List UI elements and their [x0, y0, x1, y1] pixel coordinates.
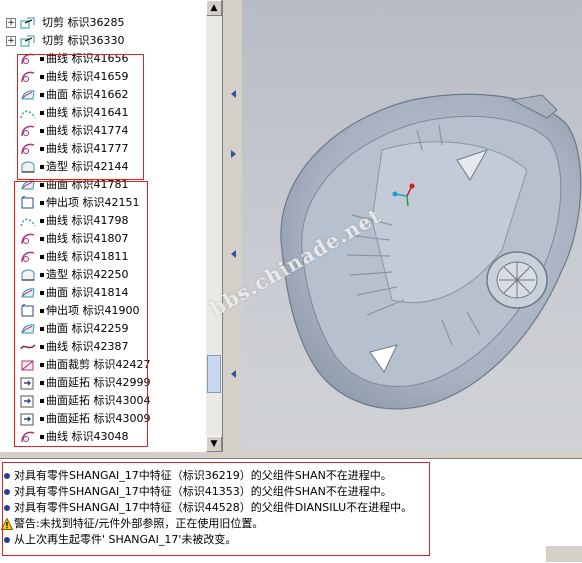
expand-toggle-icon[interactable]: + — [6, 36, 16, 46]
feature-bullet-icon — [40, 183, 44, 187]
dashed-curve-icon — [20, 106, 36, 120]
tree-item-label: 曲线 标识43048 — [46, 430, 129, 443]
curve-icon — [20, 232, 36, 246]
status-corner — [546, 546, 582, 562]
feature-bullet-icon — [40, 147, 44, 151]
feature-bullet-icon — [40, 57, 44, 61]
message-text: 对具有零件SHANGAI_17中特征（标识44528）的父组件DIANSILU不… — [14, 501, 413, 514]
wave-curve-icon — [20, 340, 36, 354]
info-bullet-icon — [4, 537, 10, 543]
tree-item-label: 造型 标识42144 — [46, 160, 129, 173]
scroll-up-button[interactable]: ▲ — [206, 0, 222, 16]
curve-icon — [20, 124, 36, 138]
model-tree[interactable]: + 切剪 标识36285 + 切剪 标识36330 曲线 标识41656 曲线 标识416… — [0, 0, 206, 452]
tree-item-label: 曲线 标识41656 — [46, 52, 129, 65]
trim-icon — [20, 358, 36, 372]
style-icon — [20, 160, 36, 174]
tree-item-label: 切剪 标识36285 — [42, 16, 125, 29]
tree-item-label: 曲面 标识41662 — [46, 88, 129, 101]
feature-bullet-icon — [40, 345, 44, 349]
feature-bullet-icon — [40, 291, 44, 295]
feature-bullet-icon — [40, 273, 44, 277]
tree-item-label: 曲面裁剪 标识42427 — [46, 358, 151, 371]
fan-ring — [486, 251, 548, 309]
surface-icon — [20, 88, 36, 102]
expand-right-arrow-icon[interactable] — [231, 150, 236, 158]
tree-item-label: 伸出项 标识42151 — [46, 196, 140, 209]
feature-bullet-icon — [40, 111, 44, 115]
scroll-thumb[interactable] — [207, 355, 221, 393]
protrusion-icon — [20, 196, 36, 210]
feature-bullet-icon — [40, 399, 44, 403]
extend-icon — [20, 394, 36, 408]
tree-item-label: 造型 标识42250 — [46, 268, 129, 281]
tree-item-label: 伸出项 标识41900 — [46, 304, 140, 317]
tree-item-label: 曲面延拓 标识42999 — [46, 376, 151, 389]
extend-icon — [20, 376, 36, 390]
tree-item-label: 曲线 标识41641 — [46, 106, 129, 119]
curve-icon — [20, 142, 36, 156]
feature-bullet-icon — [40, 219, 44, 223]
info-bullet-icon — [4, 505, 10, 511]
feature-bullet-icon — [40, 417, 44, 421]
info-bullet-icon — [4, 489, 10, 495]
feature-bullet-icon — [40, 381, 44, 385]
cut-feature-icon — [20, 34, 36, 48]
tree-item-label: 曲线 标识41807 — [46, 232, 129, 245]
tree-item-label: 切剪 标识36330 — [42, 34, 125, 47]
feature-bullet-icon — [40, 363, 44, 367]
tree-scrollbar[interactable]: ▲ ▼ — [206, 0, 222, 452]
feature-bullet-icon — [40, 201, 44, 205]
collapse-left-arrow-icon[interactable] — [231, 90, 236, 98]
collapse-left-arrow-icon[interactable] — [231, 370, 236, 378]
tree-item-label: 曲面 标识42259 — [46, 322, 129, 335]
expand-toggle-icon[interactable]: + — [6, 18, 16, 28]
extend-icon — [20, 412, 36, 426]
curve-icon — [20, 430, 36, 444]
graphics-viewport[interactable] — [242, 0, 582, 452]
feature-bullet-icon — [40, 309, 44, 313]
info-bullet-icon — [4, 473, 10, 479]
feature-bullet-icon — [40, 165, 44, 169]
feature-bullet-icon — [40, 75, 44, 79]
message-text: 对具有零件SHANGAI_17中特征（标识41353）的父组件SHAN不在进程中… — [14, 485, 392, 498]
surface-icon — [20, 286, 36, 300]
feature-bullet-icon — [40, 237, 44, 241]
protrusion-icon — [20, 304, 36, 318]
feature-bullet-icon — [40, 327, 44, 331]
curve-icon — [20, 250, 36, 264]
collapse-left-arrow-icon[interactable] — [231, 250, 236, 258]
message-text: 对具有零件SHANGAI_17中特征（标识36219）的父组件SHAN不在进程中… — [14, 469, 392, 482]
tree-item-label: 曲面 标识41814 — [46, 286, 129, 299]
tree-item-label: 曲面延拓 标识43004 — [46, 394, 151, 407]
warning-icon — [1, 518, 13, 530]
cut-feature-icon — [20, 16, 36, 30]
message-text: 从上次再生起零件' SHANGAI_17'未被改变。 — [14, 533, 237, 546]
surface-icon — [20, 178, 36, 192]
style-icon — [20, 268, 36, 282]
sash-divider[interactable] — [222, 0, 243, 452]
message-text: 警告:未找到特征/元件外部参照，正在使用旧位置。 — [14, 517, 264, 530]
feature-bullet-icon — [40, 129, 44, 133]
cad-model-render — [280, 93, 582, 410]
tree-item-label: 曲线 标识41659 — [46, 70, 129, 83]
message-area: 对具有零件SHANGAI_17中特征（标识36219）的父组件SHAN不在进程中… — [0, 458, 582, 563]
tree-item-label: 曲线 标识41798 — [46, 214, 129, 227]
tree-item-label: 曲面 标识41781 — [46, 178, 129, 191]
tree-item-label: 曲面延拓 标识43009 — [46, 412, 151, 425]
curve-icon — [20, 52, 36, 66]
feature-bullet-icon — [40, 435, 44, 439]
tree-item-label: 曲线 标识41777 — [46, 142, 129, 155]
feature-bullet-icon — [40, 93, 44, 97]
tree-item-label: 曲线 标识42387 — [46, 340, 129, 353]
curve-icon — [20, 70, 36, 84]
scroll-down-button[interactable]: ▼ — [206, 436, 222, 452]
surface-icon — [20, 322, 36, 336]
feature-bullet-icon — [40, 255, 44, 259]
dashed-curve-icon — [20, 214, 36, 228]
tree-item-label: 曲线 标识41774 — [46, 124, 129, 137]
tree-item-label: 曲线 标识41811 — [46, 250, 129, 263]
